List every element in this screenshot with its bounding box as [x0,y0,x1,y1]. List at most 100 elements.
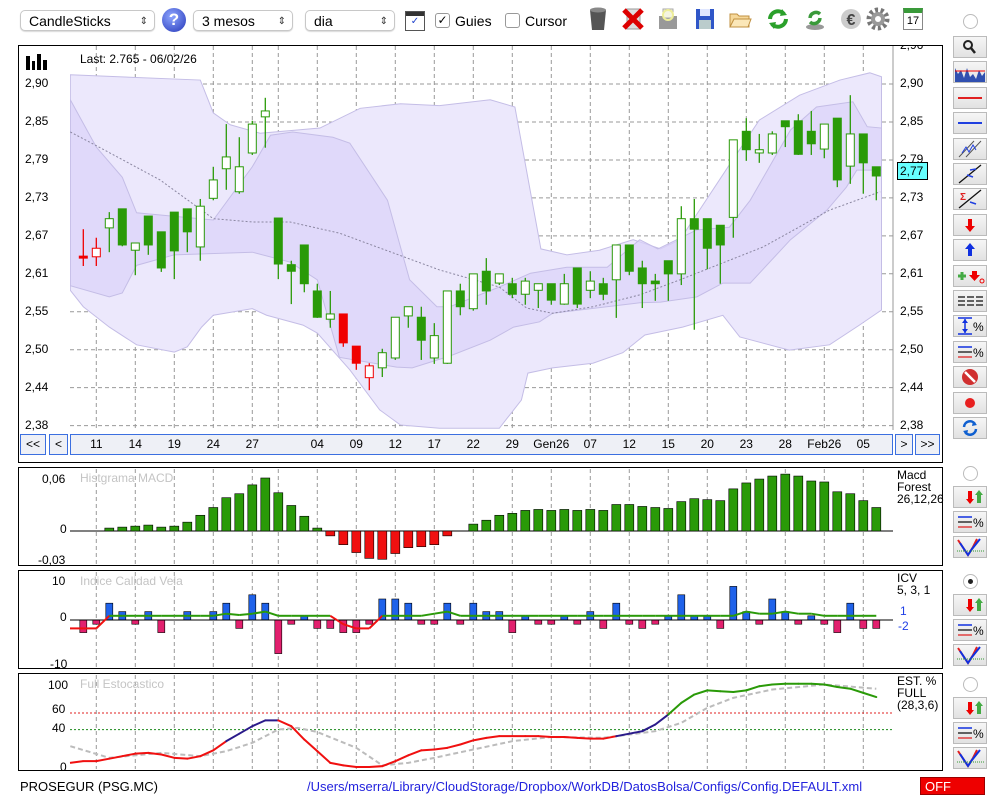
stoch-k-segment [537,735,553,739]
icv-bar [794,619,803,625]
macd-bar [208,507,219,532]
icv-bar [326,619,335,629]
nav-first-button[interactable]: << [20,434,46,455]
macd-bar [494,514,505,532]
x-axis-label: 29 [505,437,519,451]
record-button[interactable] [953,391,987,414]
icv-bar [651,619,660,625]
bars-logo-icon [26,54,47,70]
icv-bar [404,602,413,621]
lines-percent-button[interactable]: % [953,722,987,744]
x-axis-label: 05 [856,437,870,451]
oscillator-button[interactable] [953,747,987,769]
candle-body [403,306,413,317]
candle-body [585,280,595,291]
macd-bar [767,475,778,532]
y-axis-label-right: 2,55 [900,303,924,318]
range-percent-button[interactable]: % [953,315,987,338]
y-axis-label-left: 2,50 [25,341,49,356]
panel-select-radio[interactable] [963,466,978,481]
svg-text:%: % [973,320,984,334]
no-entry-button[interactable] [953,366,987,389]
symbol-label: PROSEGUR (PSG.MC) [20,779,158,794]
macd-bar [390,530,401,554]
dashes-button[interactable] [953,290,987,312]
candle [767,131,777,155]
stoch-y-label: 40 [52,721,66,735]
candle-body [806,130,816,145]
volume-chart-button[interactable] [953,61,987,84]
stoch-k-segment [615,732,631,738]
nav-prev-button[interactable]: < [49,434,68,455]
macd-bar [741,482,752,532]
macd-bar [273,492,284,532]
channel-button[interactable] [953,137,987,160]
macd-y-label: 0 [60,522,67,536]
icv-bar [807,615,816,621]
macd-bar [442,530,453,537]
trendline-button[interactable] [953,163,987,185]
macd-bar [559,509,570,532]
signals-button[interactable] [953,486,987,508]
down-arrow-button[interactable] [953,213,987,236]
icv-signal-segment [421,612,435,617]
time-axis-scrollbar[interactable] [70,434,893,455]
lines-percent-button[interactable]: % [953,619,987,641]
icv-bar [820,619,829,625]
macd-legend-3: 26,12,26 [897,492,944,506]
icv-y-label: 10 [52,574,66,588]
icv-bar [859,619,868,629]
stoch-k-segment [810,682,826,686]
red-line-button[interactable] [953,86,987,109]
candle [117,208,127,247]
stoch-k-segment [719,690,735,694]
nav-next-button[interactable]: > [895,434,913,455]
signals-icon [966,598,983,612]
icv-bar [222,602,231,621]
record-icon [965,397,975,408]
lines-percent-button[interactable]: % [953,340,987,363]
stoch-k-segment [186,755,202,760]
oscillator-button[interactable] [953,644,987,666]
svg-text:%: % [973,727,984,741]
stoch-k-segment [420,748,436,752]
zoom-button[interactable] [953,36,987,58]
up-arrow-button[interactable] [953,239,987,262]
nav-last-button[interactable]: >> [915,434,940,455]
macd-bar [195,514,206,532]
panel-select-radio[interactable] [963,574,978,589]
macd-bar [702,499,713,532]
svg-text:Σ: Σ [960,192,966,203]
macd-bar [780,473,791,532]
add-signal-button[interactable] [953,264,987,287]
blue-line-button[interactable] [953,112,987,135]
oscillator-button[interactable] [953,536,987,558]
candle-body [507,283,517,295]
icv-signal-segment [239,612,253,616]
icv-bar [638,619,647,629]
sigma-trendline-button[interactable]: Σ [953,188,987,211]
status-toggle-off[interactable]: OFF [920,777,985,795]
stoch-k-segment [342,764,358,768]
signals-button[interactable] [953,697,987,719]
macd-bar [260,477,271,532]
stoch-k-segment [836,686,852,690]
signals-button[interactable] [953,594,987,616]
macd-bar [663,508,674,532]
candle-body [286,264,296,272]
sync-button[interactable] [953,417,987,439]
icv-signal-segment [226,612,240,616]
panel-select-radio[interactable] [963,677,978,692]
stoch-k-segment [849,687,865,694]
zoom-icon [963,40,976,54]
macd-bar [650,507,661,532]
candle-body [598,283,608,295]
icv-bar [274,619,283,654]
icv-bar [365,619,374,625]
macd-bar [221,497,232,532]
lines-percent-button[interactable]: % [953,511,987,533]
config-path-link[interactable]: /Users/mserra/Library/CloudStorage/Dropb… [307,779,862,794]
icv-bar [547,619,556,625]
y-axis-label-right: 2,50 [900,341,924,356]
stoch-k-segment [745,685,761,692]
